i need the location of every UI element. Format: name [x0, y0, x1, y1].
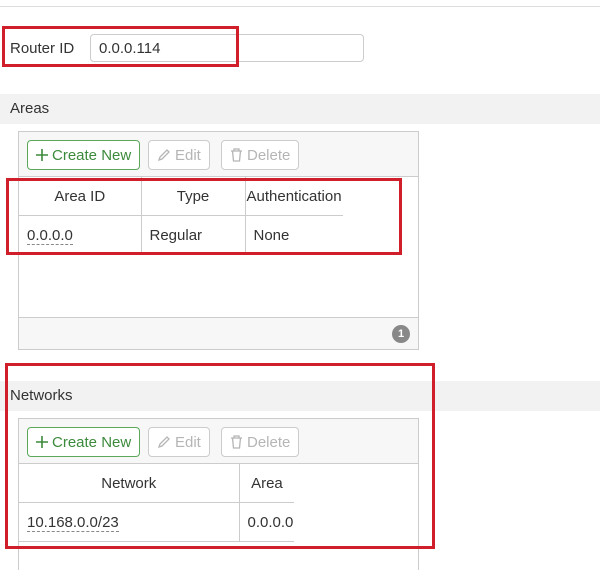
areas-panel: Create New Edit Delete Area ID Type Auth… — [18, 131, 419, 350]
router-id-input[interactable] — [90, 34, 364, 62]
plus-icon — [36, 436, 48, 448]
router-id-label: Router ID — [10, 40, 75, 57]
trash-icon — [230, 435, 243, 449]
area-cell: 0.0.0.0 — [239, 502, 295, 542]
areas-section-header: Areas — [0, 94, 600, 124]
column-header-area-id[interactable]: Area ID — [19, 177, 142, 216]
areas-section-title: Areas — [10, 100, 50, 117]
edit-label: Edit — [175, 433, 201, 451]
table-header-row: Network Area — [19, 464, 295, 503]
networks-panel: Create New Edit Delete Network Area 10.1… — [18, 418, 419, 570]
column-header-type[interactable]: Type — [141, 177, 246, 216]
divider — [0, 6, 600, 7]
networks-section-title: Networks — [10, 387, 73, 404]
column-header-network[interactable]: Network — [19, 464, 240, 503]
delete-label: Delete — [247, 146, 291, 164]
column-header-authentication[interactable]: Authentication — [245, 177, 343, 216]
areas-create-new-button[interactable]: Create New — [27, 140, 141, 170]
networks-create-new-button[interactable]: Create New — [27, 427, 141, 457]
area-id-cell[interactable]: 0.0.0.0 — [19, 215, 142, 255]
areas-edit-button[interactable]: Edit — [148, 140, 210, 170]
trash-icon — [230, 148, 243, 162]
network-cell[interactable]: 10.168.0.0/23 — [19, 502, 240, 542]
delete-label: Delete — [247, 433, 291, 451]
type-cell: Regular — [141, 215, 246, 255]
networks-edit-button[interactable]: Edit — [148, 427, 210, 457]
edit-label: Edit — [175, 146, 201, 164]
table-header-row: Area ID Type Authentication — [19, 177, 343, 216]
pencil-icon — [157, 148, 171, 162]
create-new-label: Create New — [52, 433, 132, 451]
networks-section-header: Networks — [0, 381, 600, 411]
networks-table: Network Area 10.168.0.0/23 0.0.0.0 — [19, 464, 295, 542]
network-link[interactable]: 10.168.0.0/23 — [27, 513, 119, 532]
networks-toolbar: Create New Edit Delete — [19, 419, 418, 464]
ospf-settings-page: Router ID Areas Create New Edit — [0, 0, 600, 570]
column-header-area[interactable]: Area — [239, 464, 295, 503]
areas-table: Area ID Type Authentication 0.0.0.0 Regu… — [19, 177, 343, 255]
authentication-cell: None — [245, 215, 343, 255]
areas-table-footer: 1 — [19, 317, 418, 349]
pencil-icon — [157, 435, 171, 449]
row-count-badge: 1 — [392, 325, 410, 343]
networks-delete-button[interactable]: Delete — [221, 427, 300, 457]
areas-delete-button[interactable]: Delete — [221, 140, 300, 170]
areas-toolbar: Create New Edit Delete — [19, 132, 418, 177]
create-new-label: Create New — [52, 146, 132, 164]
table-row[interactable]: 0.0.0.0 Regular None — [19, 215, 343, 255]
plus-icon — [36, 149, 48, 161]
table-row[interactable]: 10.168.0.0/23 0.0.0.0 — [19, 502, 295, 542]
area-id-link[interactable]: 0.0.0.0 — [27, 226, 73, 245]
